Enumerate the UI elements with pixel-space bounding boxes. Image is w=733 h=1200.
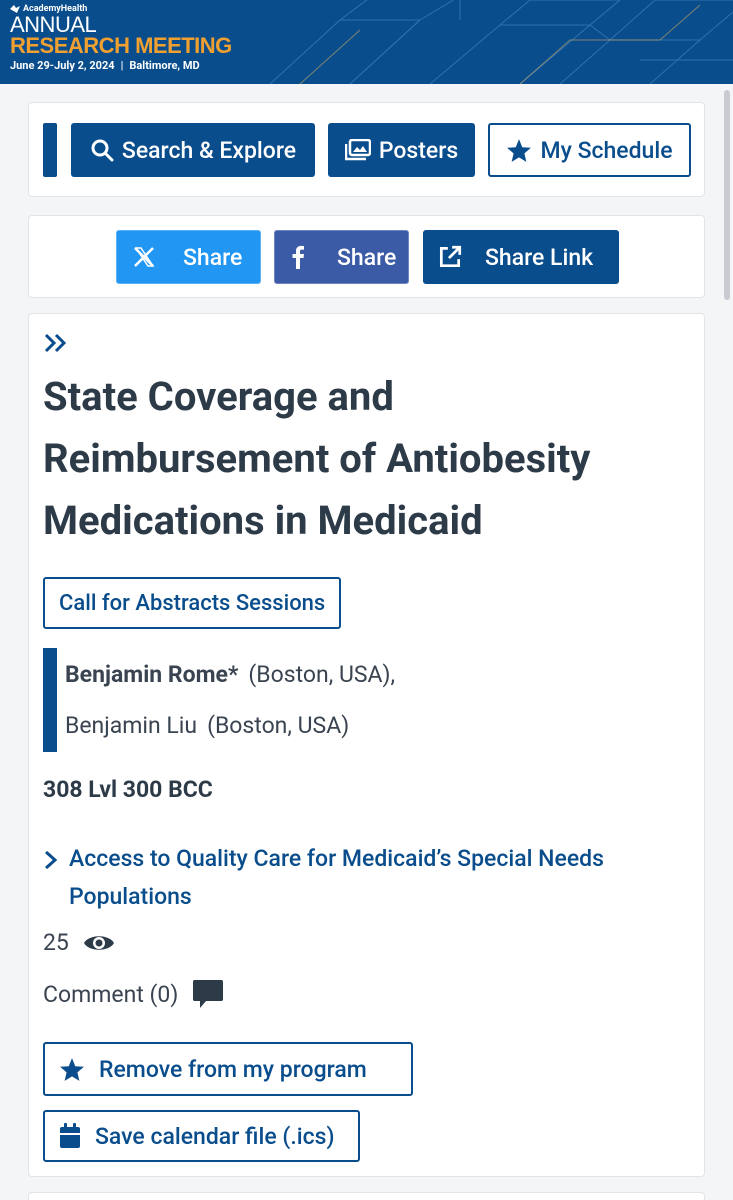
star-icon bbox=[507, 138, 532, 162]
share-facebook-button[interactable]: Share bbox=[274, 230, 409, 284]
abstract-title: State Coverage and Reimbursement of Anti… bbox=[43, 373, 591, 544]
share-card: Share Share Share Link bbox=[28, 215, 705, 298]
author-item[interactable]: Benjamin Rome* (Boston, USA), bbox=[65, 662, 395, 688]
abstract-card: State Coverage and Reimbursement of Anti… bbox=[28, 313, 705, 1177]
session-type-tag[interactable]: Call for Abstracts Sessions bbox=[43, 577, 342, 629]
author-location: (Boston, USA), bbox=[248, 661, 396, 688]
x-logo-icon bbox=[134, 247, 155, 267]
header-banner: AcademyHealth ANNUAL RESEARCH MEETING Ju… bbox=[0, 0, 733, 84]
star-icon bbox=[60, 1057, 84, 1081]
share-link-label: Share Link bbox=[485, 243, 594, 271]
brand-line-annual: ANNUAL bbox=[10, 12, 97, 37]
meeting-location: Baltimore, MD bbox=[129, 59, 200, 72]
search-icon bbox=[91, 139, 114, 162]
eye-icon bbox=[83, 935, 114, 950]
calendar-icon bbox=[60, 1123, 80, 1148]
external-link-icon bbox=[439, 245, 462, 268]
share-x-label: Share bbox=[183, 243, 243, 271]
next-card bbox=[28, 1192, 705, 1200]
my-schedule-label: My Schedule bbox=[540, 136, 673, 164]
chevron-right-icon bbox=[45, 850, 58, 870]
author-item[interactable]: Benjamin Liu (Boston, USA) bbox=[65, 713, 395, 739]
comment-icon bbox=[193, 980, 224, 1008]
remove-from-program-button[interactable]: Remove from my program bbox=[43, 1042, 413, 1096]
brand-logo[interactable]: AcademyHealth ANNUAL RESEARCH MEETING Ju… bbox=[10, 4, 232, 72]
session-title: Access to Quality Care for Medicaid’s Sp… bbox=[69, 845, 604, 910]
comments-label: Comment (0) bbox=[43, 980, 179, 1008]
nav-overflow-button[interactable] bbox=[43, 123, 57, 177]
authors-list: Benjamin Rome* (Boston, USA), Benjamin Li… bbox=[43, 648, 395, 752]
posters-button[interactable]: Posters bbox=[328, 123, 475, 177]
meeting-dates: June 29-July 2, 2024 bbox=[10, 59, 115, 72]
my-schedule-button[interactable]: My Schedule bbox=[488, 123, 691, 177]
share-facebook-label: Share bbox=[337, 243, 397, 271]
author-location: (Boston, USA) bbox=[207, 712, 350, 739]
view-count: 25 bbox=[43, 929, 115, 956]
facebook-icon bbox=[292, 245, 304, 269]
author-name: Benjamin Rome* bbox=[65, 661, 239, 688]
images-icon bbox=[344, 139, 371, 161]
view-count-value: 25 bbox=[43, 929, 69, 956]
nav-card: Search & Explore Posters My Schedule bbox=[28, 102, 705, 197]
share-link-button[interactable]: Share Link bbox=[423, 230, 619, 284]
double-chevron-icon[interactable] bbox=[43, 332, 69, 354]
session-type-label: Call for Abstracts Sessions bbox=[59, 590, 326, 616]
comments-link[interactable]: Comment (0) bbox=[43, 979, 224, 1009]
page-scrollbar[interactable] bbox=[724, 90, 730, 300]
brand-line-research-meeting: RESEARCH MEETING bbox=[10, 33, 232, 58]
search-explore-button[interactable]: Search & Explore bbox=[71, 123, 315, 177]
room-location: 308 Lvl 300 BCC bbox=[43, 776, 213, 803]
save-calendar-label: Save calendar file (.ics) bbox=[95, 1122, 335, 1150]
posters-label: Posters bbox=[378, 136, 459, 164]
brand-dates-location: June 29-July 2, 2024 | Baltimore, MD bbox=[10, 59, 200, 72]
remove-from-program-label: Remove from my program bbox=[99, 1055, 367, 1083]
search-explore-label: Search & Explore bbox=[121, 136, 297, 164]
session-link[interactable]: Access to Quality Care for Medicaid’s Sp… bbox=[43, 840, 689, 916]
share-x-button[interactable]: Share bbox=[116, 230, 261, 284]
author-name: Benjamin Liu bbox=[65, 712, 198, 739]
save-calendar-button[interactable]: Save calendar file (.ics) bbox=[43, 1110, 360, 1162]
